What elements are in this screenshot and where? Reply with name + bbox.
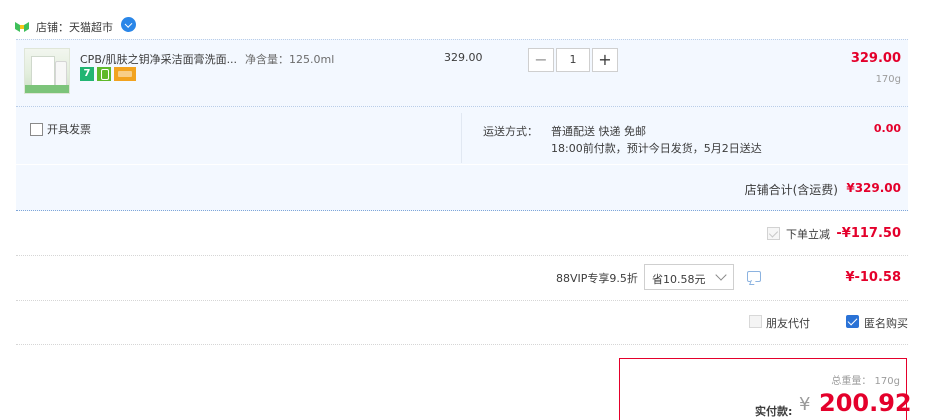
item-subtotal: 329.00 [850,51,901,66]
product-title[interactable]: CPB/肌肤之钥净采洁面膏洗面... [80,51,237,67]
service-tags: 7 [80,67,136,81]
total-weight: 总重量： 170g [831,376,900,387]
quantity-stepper: − 1 + [528,48,618,72]
store-total-label: 店铺合计(含运费) [744,183,838,197]
vip-discount-value: ¥-10.58 [845,270,901,285]
delivery-row [16,107,908,164]
store-total-value: ¥329.00 [846,181,901,195]
divider [16,300,908,301]
friend-pay-checkbox[interactable] [749,315,762,328]
instant-discount-value: -¥117.50 [836,226,901,241]
pay-currency: ¥ [799,394,811,415]
product-thumbnail[interactable] [24,48,70,94]
authentic-guarantee-icon[interactable] [97,67,111,81]
vip-discount-selected: 省10.58元 [652,273,706,286]
store-chat-icon[interactable] [121,16,136,32]
anonymous-purchase-checkbox[interactable] [846,315,859,328]
quantity-increase-button[interactable]: + [592,48,618,72]
anonymous-purchase-label[interactable]: 匿名购买 [864,315,908,331]
chevron-down-icon [715,269,727,281]
message-icon[interactable] [747,271,761,282]
delivery-divider [461,113,462,163]
invoice-option[interactable]: 开具发票 [30,121,91,137]
vip-discount-select[interactable]: 省10.58元 [644,264,734,290]
instant-discount-label: 下单立减 [786,228,830,241]
store-header: 店铺：天猫超市 [14,16,136,37]
credit-card-icon[interactable] [114,67,136,81]
quantity-decrease-button[interactable]: − [528,48,554,72]
store-name[interactable]: 店铺：天猫超市 [36,19,113,35]
shipping-fee: 0.00 [873,122,901,135]
instant-discount-checkbox[interactable] [767,227,780,240]
invoice-label: 开具发票 [47,123,91,136]
friend-pay-label[interactable]: 朋友代付 [766,315,810,331]
product-spec: 净含量：125.0ml [245,53,335,66]
item-weight: 170g [875,74,901,85]
pay-amount: 200.92 [819,389,912,417]
tmall-store-icon [15,22,29,32]
vip-discount-label: 88VIP专享9.5折 [556,272,638,285]
pay-amount-label: 实付款: [755,405,793,418]
shipping-method: 普通配送 快递 免邮 [551,125,646,138]
shipping-eta: 18:00前付款，预计今日发货，5月2日送达 [551,142,762,155]
unit-price: 329.00 [444,51,483,64]
divider [16,344,908,345]
quantity-input[interactable]: 1 [556,48,590,72]
seven-day-return-icon[interactable]: 7 [80,67,94,81]
shipping-label: 运送方式： [483,125,538,138]
cart-item-row [16,39,908,107]
invoice-checkbox[interactable] [30,122,43,136]
divider [16,255,908,256]
